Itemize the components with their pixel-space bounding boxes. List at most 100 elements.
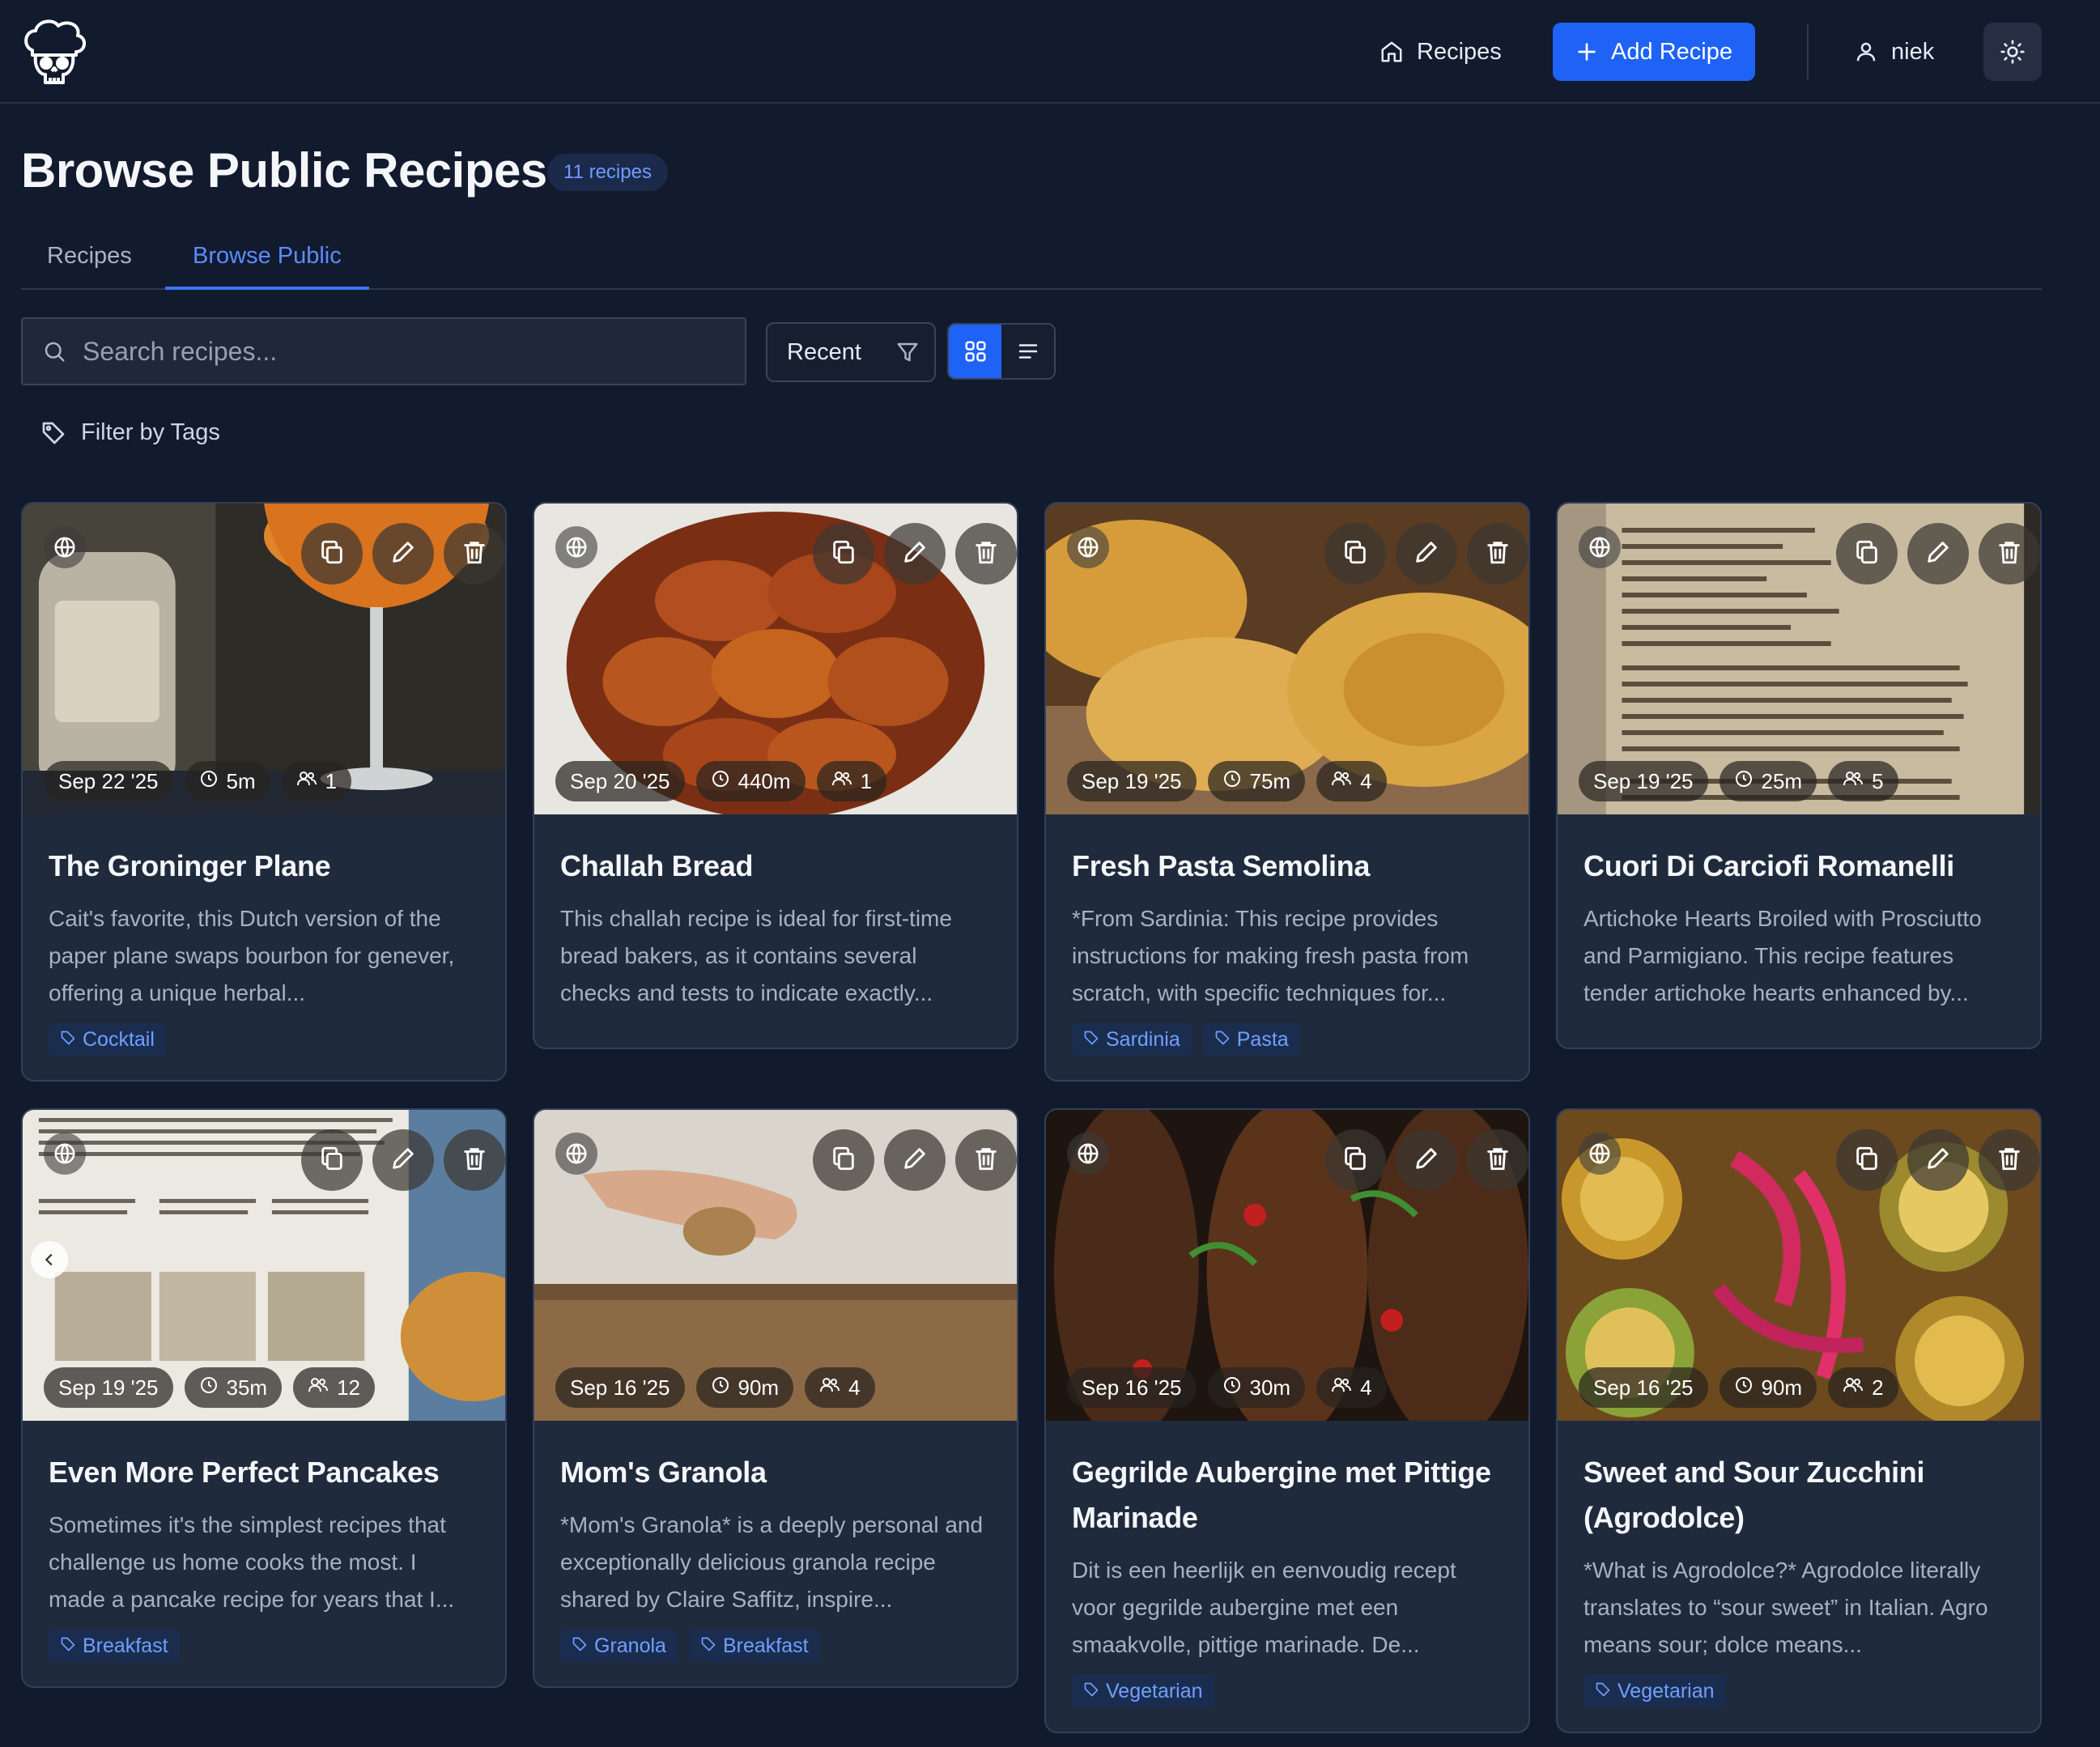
delete-recipe-button[interactable] (444, 1129, 505, 1191)
tag-chip[interactable]: Breakfast (688, 1630, 820, 1662)
search-icon (45, 342, 65, 362)
tag-icon (1083, 1028, 1099, 1052)
tag-chip[interactable]: Cocktail (49, 1023, 166, 1056)
servings-pill: 5 (1828, 761, 1898, 801)
search-box (21, 317, 746, 385)
delete-recipe-button[interactable] (955, 523, 1017, 584)
recipe-card[interactable]: Sep 22 '25 5m 1 The Groninger Plane Cait… (21, 502, 507, 1082)
recipe-image[interactable]: Sep 16 '25 90m 2 (1558, 1110, 2040, 1421)
edit-recipe-button[interactable] (1396, 523, 1457, 584)
copy-recipe-button[interactable] (1324, 1129, 1386, 1191)
carousel-prev-button[interactable] (31, 1241, 68, 1278)
copy-icon (1341, 538, 1369, 570)
tag-chip[interactable]: Breakfast (49, 1630, 180, 1662)
edit-recipe-button[interactable] (1907, 1129, 1969, 1191)
card-body: The Groninger Plane Cait's favorite, thi… (23, 814, 505, 1078)
recipe-card[interactable]: Sep 20 '25 440m 1 Challah Bread This cha… (533, 502, 1018, 1049)
recipe-card[interactable]: Sep 16 '25 90m 4 Mom's Granola *Mom's Gr… (533, 1108, 1018, 1688)
copy-recipe-button[interactable] (301, 523, 363, 584)
users-icon (296, 769, 317, 794)
chef-skull-logo-icon[interactable] (21, 18, 87, 86)
grid-view-button[interactable] (949, 325, 1001, 378)
copy-icon (1341, 1145, 1369, 1176)
tag-chip[interactable]: Granola (560, 1630, 678, 1662)
servings-pill: 4 (805, 1367, 875, 1408)
recipe-title[interactable]: Gegrilde Aubergine met Pittige Marinade (1072, 1450, 1503, 1541)
edit-recipe-button[interactable] (372, 1129, 434, 1191)
recipe-card[interactable]: Sep 16 '25 90m 2 Sweet and Sour Zucchini… (1556, 1108, 2042, 1733)
recipe-title[interactable]: Sweet and Sour Zucchini (Agrodolce) (1584, 1450, 2014, 1541)
recipe-time: 90m (1761, 1375, 1803, 1400)
list-view-button[interactable] (1001, 325, 1054, 378)
tag-chip[interactable]: Vegetarian (1072, 1675, 1214, 1707)
search-input[interactable] (83, 336, 714, 367)
copy-icon (318, 538, 346, 570)
recipe-meta: Sep 16 '25 90m 2 (1579, 1367, 1898, 1408)
nav-recipes-label: Recipes (1417, 38, 1502, 65)
edit-recipe-button[interactable] (1907, 523, 1969, 584)
recipe-description: Dit is een heerlijk en eenvoudig recept … (1072, 1558, 1456, 1657)
recipe-servings: 1 (325, 768, 338, 793)
copy-recipe-button[interactable] (1324, 523, 1386, 584)
recipe-card[interactable]: Sep 16 '25 30m 4 Gegrilde Aubergine met … (1044, 1108, 1530, 1733)
recipe-card[interactable]: Sep 19 '25 75m 4 Fresh Pasta Semolina *F… (1044, 502, 1530, 1082)
edit-recipe-button[interactable] (884, 1129, 946, 1191)
recipe-title[interactable]: Cuori Di Carciofi Romanelli (1584, 844, 2014, 889)
home-icon (1381, 41, 1402, 62)
sort-select[interactable]: Recent (766, 322, 936, 382)
recipe-image[interactable]: Sep 19 '25 75m 4 (1046, 504, 1528, 814)
recipe-title[interactable]: The Groninger Plane (49, 844, 479, 889)
recipe-card[interactable]: Sep 19 '25 25m 5 Cuori Di Carciofi Roman… (1556, 502, 2042, 1049)
add-recipe-button[interactable]: Add Recipe (1553, 23, 1755, 81)
edit-recipe-button[interactable] (372, 523, 434, 584)
copy-icon (830, 1145, 857, 1176)
recipe-title[interactable]: Even More Perfect Pancakes (49, 1450, 479, 1495)
recipe-title[interactable]: Fresh Pasta Semolina (1072, 844, 1503, 889)
theme-toggle-button[interactable] (1983, 23, 2042, 81)
tag-chip[interactable]: Vegetarian (1584, 1675, 1726, 1707)
recipe-description: *Mom's Granola* is a deeply personal and… (560, 1512, 984, 1612)
copy-recipe-button[interactable] (813, 1129, 874, 1191)
servings-pill: 4 (1316, 761, 1387, 801)
recipe-card[interactable]: Sep 19 '25 35m 12 Even More Perfect Panc… (21, 1108, 507, 1688)
public-globe-icon (555, 526, 597, 568)
delete-recipe-button[interactable] (1979, 1129, 2040, 1191)
servings-pill: 12 (293, 1367, 376, 1408)
edit-recipe-button[interactable] (1396, 1129, 1457, 1191)
edit-recipe-button[interactable] (884, 523, 946, 584)
recipe-date: Sep 16 '25 (570, 1375, 670, 1400)
public-globe-icon (555, 1133, 597, 1175)
recipe-image[interactable]: Sep 16 '25 90m 4 (534, 1110, 1017, 1421)
recipe-image[interactable]: Sep 20 '25 440m 1 (534, 504, 1017, 814)
delete-recipe-button[interactable] (955, 1129, 1017, 1191)
recipe-title[interactable]: Challah Bread (560, 844, 991, 889)
delete-recipe-button[interactable] (1467, 1129, 1528, 1191)
tag-label: Vegetarian (1618, 1679, 1715, 1702)
copy-recipe-button[interactable] (1836, 1129, 1898, 1191)
tab-recipes[interactable]: Recipes (47, 235, 132, 290)
recipe-image[interactable]: Sep 19 '25 35m 12 (23, 1110, 505, 1421)
date-pill: Sep 19 '25 (1067, 761, 1197, 801)
tab-browse-public[interactable]: Browse Public (165, 235, 369, 290)
copy-recipe-button[interactable] (813, 523, 874, 584)
delete-recipe-button[interactable] (1467, 523, 1528, 584)
recipe-servings: 12 (337, 1375, 361, 1400)
user-menu[interactable]: niek (1854, 29, 1934, 74)
pencil-icon (1413, 538, 1440, 570)
nav-recipes-link[interactable]: Recipes (1379, 29, 1502, 74)
clock-icon (1734, 769, 1754, 794)
recipe-title[interactable]: Mom's Granola (560, 1450, 991, 1495)
filter-by-tags-toggle[interactable]: Filter by Tags (40, 419, 220, 446)
tag-chip[interactable]: Pasta (1202, 1023, 1300, 1056)
delete-recipe-button[interactable] (1979, 523, 2040, 584)
tag-icon (60, 1634, 76, 1658)
copy-icon (318, 1145, 346, 1176)
recipe-image[interactable]: Sep 16 '25 30m 4 (1046, 1110, 1528, 1421)
copy-recipe-button[interactable] (301, 1129, 363, 1191)
recipe-image[interactable]: Sep 19 '25 25m 5 (1558, 504, 2040, 814)
delete-recipe-button[interactable] (444, 523, 505, 584)
recipe-servings: 2 (1872, 1375, 1884, 1400)
copy-recipe-button[interactable] (1836, 523, 1898, 584)
recipe-image[interactable]: Sep 22 '25 5m 1 (23, 504, 505, 814)
tag-chip[interactable]: Sardinia (1072, 1023, 1192, 1056)
